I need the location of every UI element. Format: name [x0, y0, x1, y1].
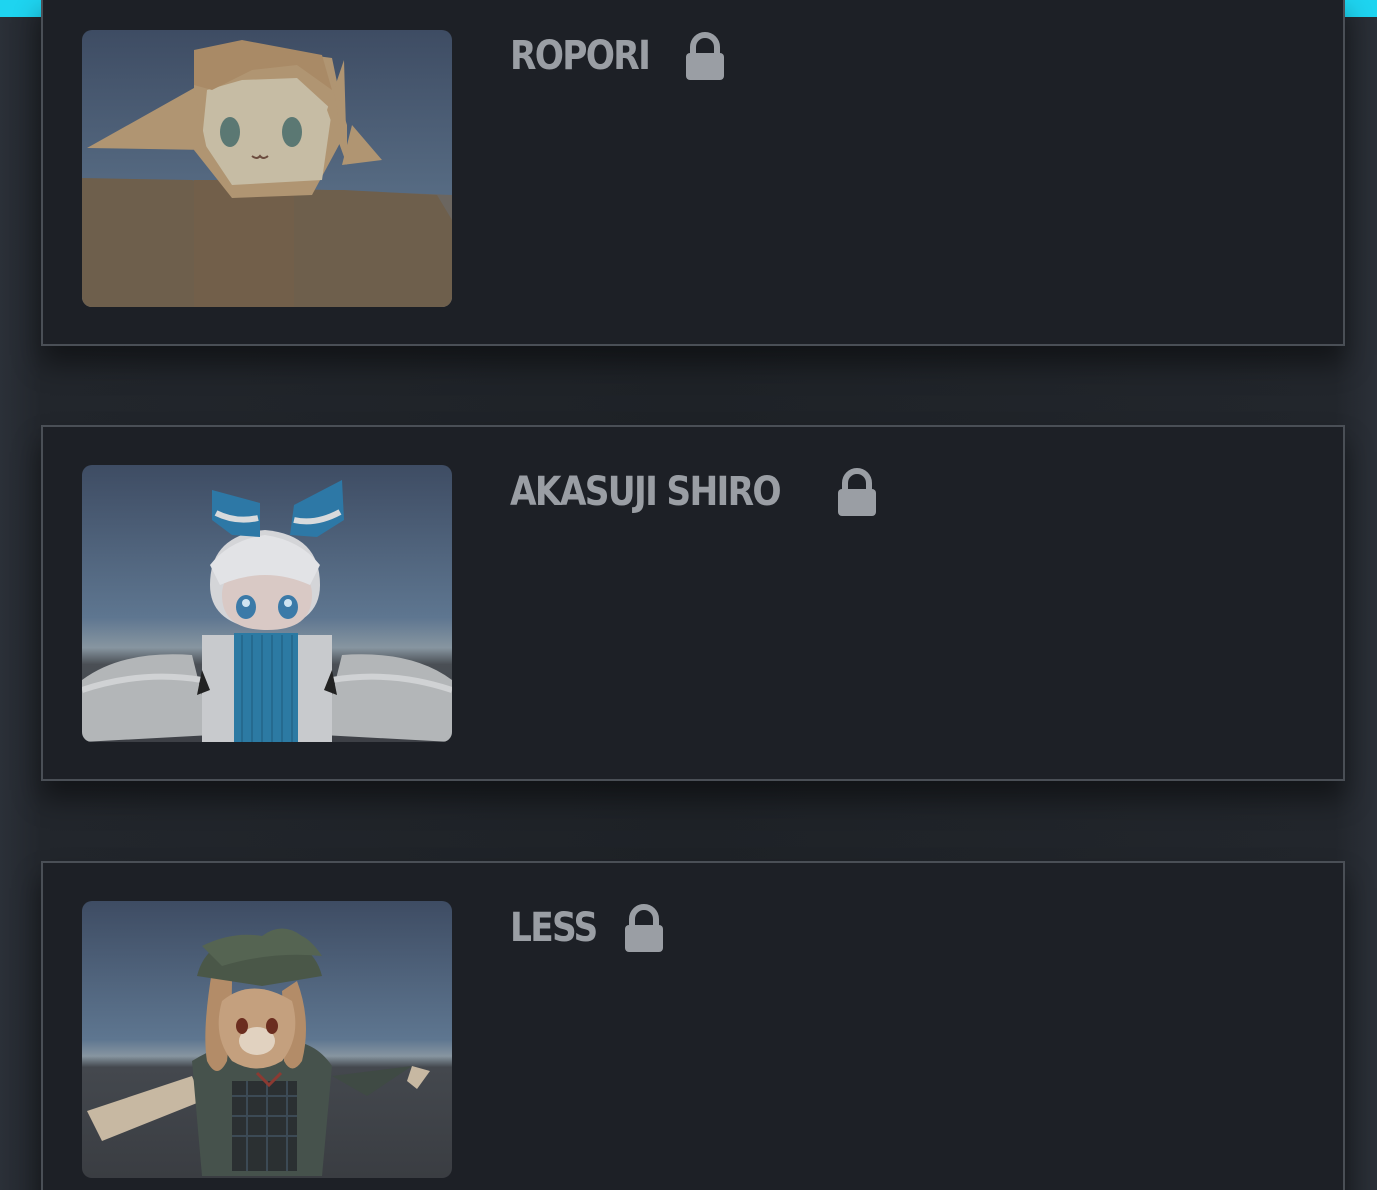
avatar-thumbnail[interactable]	[82, 465, 452, 742]
avatar-title-row: ROPORI	[510, 32, 726, 80]
avatar-card-less[interactable]: LESS	[41, 861, 1345, 1190]
ropori-thumbnail-image	[82, 30, 452, 307]
lock-icon	[836, 468, 878, 516]
avatar-title-row: LESS	[510, 904, 665, 952]
avatar-list-page: ROPORI AKASUJI SHIRO LESS	[0, 0, 1377, 1190]
avatar-thumbnail[interactable]	[82, 901, 452, 1178]
avatar-name[interactable]: AKASUJI SHIRO	[510, 468, 782, 516]
avatar-thumbnail[interactable]	[82, 30, 452, 307]
avatar-name[interactable]: ROPORI	[510, 32, 651, 80]
lock-icon	[684, 32, 726, 80]
avatar-title-row: AKASUJI SHIRO	[510, 468, 878, 516]
avatar-card-ropori[interactable]: ROPORI	[41, 0, 1345, 346]
lock-icon	[623, 904, 665, 952]
avatar-card-akasuji-shiro[interactable]: AKASUJI SHIRO	[41, 425, 1345, 781]
avatar-name[interactable]: LESS	[510, 904, 598, 952]
less-thumbnail-image	[82, 901, 452, 1178]
akasuji-shiro-thumbnail-image	[82, 465, 452, 742]
